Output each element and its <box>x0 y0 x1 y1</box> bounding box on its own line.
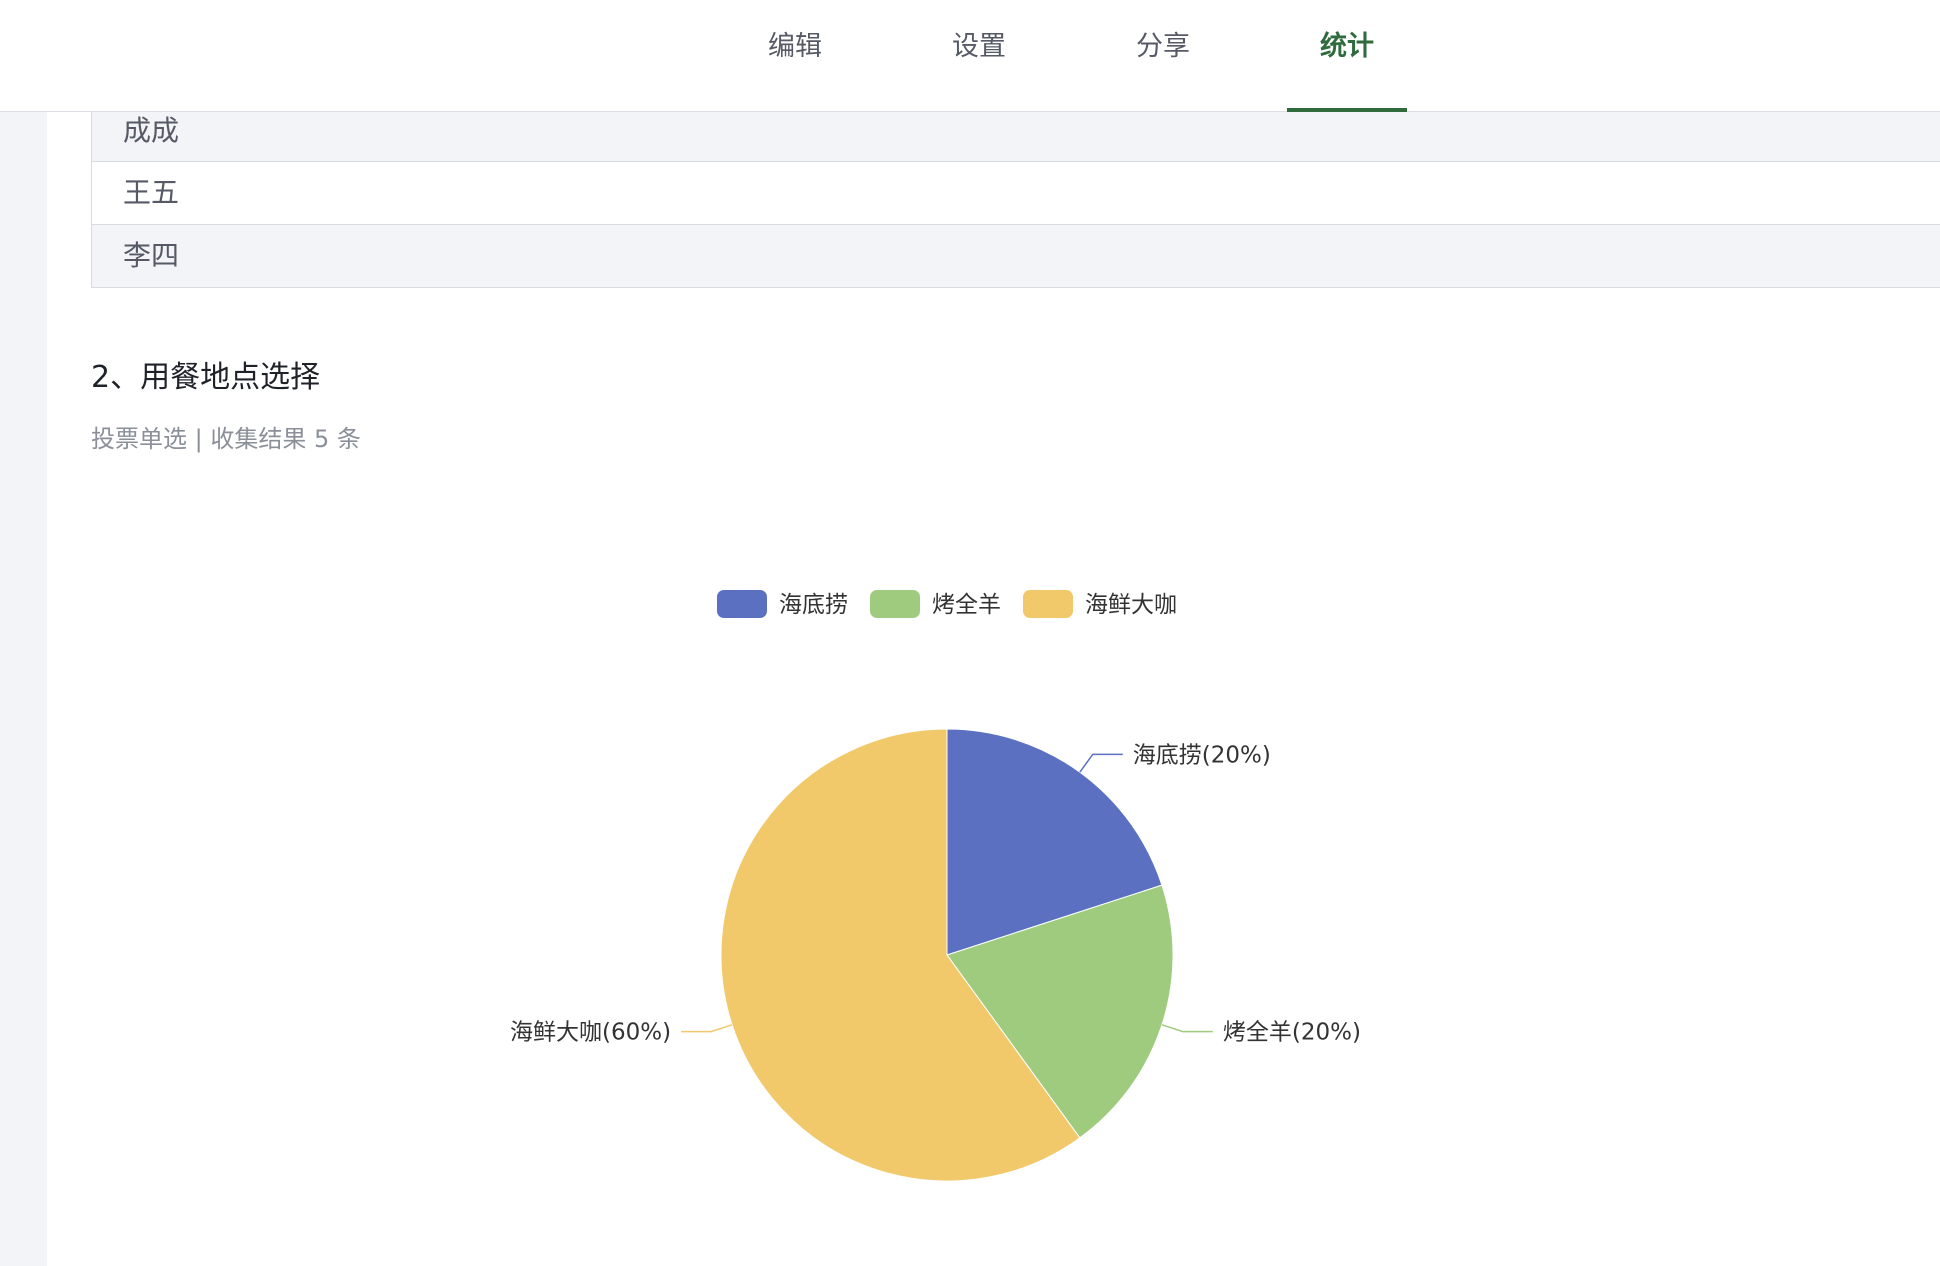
legend-label: 海鲜大咖 <box>1085 592 1177 618</box>
leader-line <box>1079 753 1123 773</box>
leader-line <box>681 1024 733 1033</box>
legend-label: 烤全羊 <box>932 592 1001 618</box>
active-tab-indicator <box>1287 108 1407 112</box>
tab-share[interactable]: 分享 <box>1108 0 1218 111</box>
legend-label: 海底捞 <box>779 592 848 618</box>
legend-item[interactable]: 烤全羊 <box>870 590 1001 618</box>
tab-statistics[interactable]: 统计 <box>1292 0 1402 111</box>
tab-edit[interactable]: 编辑 <box>740 0 850 111</box>
leader-line <box>1161 1024 1213 1033</box>
legend-swatch <box>717 590 767 618</box>
slice-label-haixian-daka: 海鲜大咖(60%) <box>510 1020 671 1046</box>
slice-label-kaoquanyang: 烤全羊(20%) <box>1223 1020 1361 1046</box>
slice-label-haidilao: 海底捞(20%) <box>1133 742 1271 768</box>
legend-item[interactable]: 海底捞 <box>717 590 848 618</box>
statistics-content: 成成 王五 李四 2、用餐地点选择 投票单选 | 收集结果 5 条 海底捞(20… <box>47 112 1940 1266</box>
pie-chart: 海底捞(20%) 烤全羊(20%) 海鲜大咖(60%) 海底捞 烤全羊 海鲜大咖 <box>510 590 1361 1182</box>
tab-settings[interactable]: 设置 <box>924 0 1034 111</box>
legend-swatch <box>870 590 920 618</box>
top-tab-bar: 编辑 设置 分享 统计 <box>0 0 1940 112</box>
legend-item[interactable]: 海鲜大咖 <box>1023 590 1177 618</box>
legend-swatch <box>1023 590 1073 618</box>
left-gutter <box>0 112 47 1266</box>
